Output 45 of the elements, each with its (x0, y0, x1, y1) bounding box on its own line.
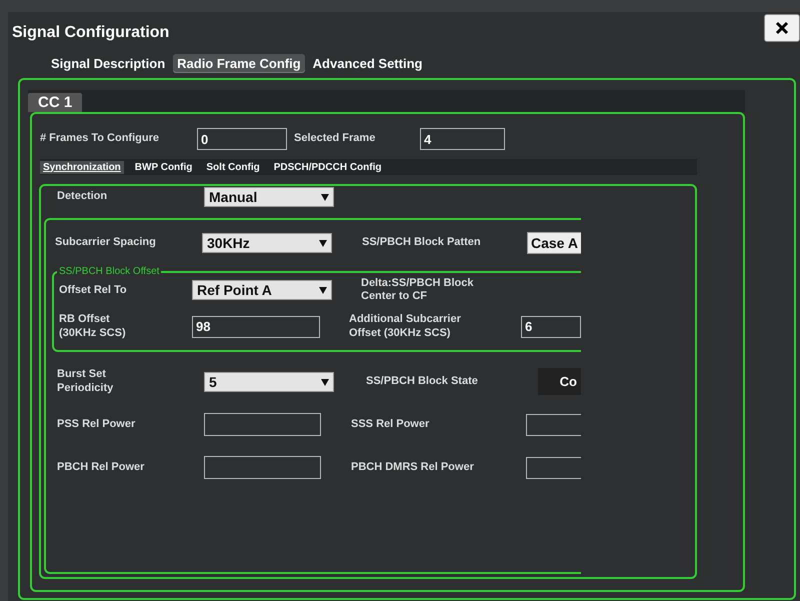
window-title: Signal Configuration (12, 24, 170, 42)
field-label: Detection (57, 190, 108, 204)
input-field[interactable]: 98 (192, 316, 320, 338)
input-field[interactable] (526, 456, 581, 478)
input-field[interactable] (204, 413, 321, 436)
field-label: Offset Rel To (59, 284, 128, 297)
input-field[interactable]: 0 (197, 128, 287, 150)
caret-icon (321, 193, 329, 201)
dropdown[interactable]: 30KHz (202, 233, 332, 253)
close-button[interactable] (764, 14, 800, 42)
field-label: Selected Frame (294, 132, 376, 146)
caret-icon (319, 239, 327, 247)
field-label: PBCH DMRS Rel Power (351, 460, 475, 474)
tab[interactable]: BWP Config (132, 160, 196, 174)
group-title: SS/PBCH Block Offset (58, 266, 160, 277)
input-field[interactable] (204, 456, 321, 479)
field-label: SS/PBCH Block State (365, 374, 479, 388)
caret-icon (321, 378, 329, 386)
field-label: PSS Rel Power (56, 418, 136, 432)
field-label: PBCH Rel Power (56, 460, 146, 474)
tab[interactable]: Advanced Setting (308, 54, 426, 72)
field-label: Additional Subcarrier Offset (30KHz SCS) (349, 313, 462, 340)
dropdown[interactable]: Ref Point A (192, 280, 332, 300)
dropdown[interactable]: Manual (204, 187, 334, 207)
input-field[interactable]: 4 (420, 128, 505, 150)
field-label: SSS Rel Power (351, 418, 430, 432)
tab[interactable]: Synchronization (40, 160, 124, 174)
tab[interactable]: PDSCH/PDCCH Config (270, 160, 384, 174)
state-button[interactable]: Co (538, 368, 581, 395)
close-icon (775, 21, 789, 35)
field-label: # Frames To Configure (40, 132, 160, 146)
caret-icon (319, 286, 327, 294)
input-field[interactable]: 6 (521, 316, 581, 338)
field-label: SS/PBCH Block Patten (362, 236, 482, 250)
field-label: RB Offset (30KHz SCS) (59, 313, 127, 340)
field-label: Subcarrier Spacing (55, 236, 157, 250)
field-label: Delta:SS/PBCH Block Center to CF (361, 277, 474, 304)
tab[interactable]: Signal Description (47, 54, 170, 72)
tab[interactable]: Radio Frame Config (173, 54, 305, 72)
value-field: Case A (527, 232, 581, 254)
input-field[interactable] (526, 414, 581, 436)
carrier-label: CC 1 (28, 93, 82, 112)
tab[interactable]: Solt Config (203, 160, 263, 174)
dropdown[interactable]: 5 (204, 372, 334, 392)
field-label: Burst Set Periodicity (56, 368, 114, 395)
